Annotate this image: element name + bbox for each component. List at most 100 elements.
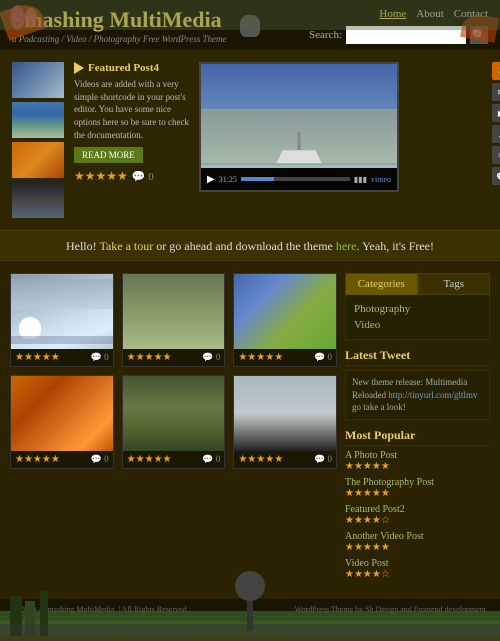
featured-section: Featured Post4 Videos are added with a v… xyxy=(0,50,500,230)
tweet-content: New theme release: Multimedia Reloaded h… xyxy=(345,370,490,420)
featured-title: Featured Post4 xyxy=(88,62,159,74)
side-thumb-3[interactable] xyxy=(12,182,64,218)
popular-item-3: Featured Post2 ★★★★☆ xyxy=(345,504,490,526)
post-comments: 💬 0 xyxy=(314,352,332,363)
latest-tweet-widget: Latest Tweet New theme release: Multimed… xyxy=(345,348,490,420)
category-photography[interactable]: Photography xyxy=(354,301,481,317)
post-footer-leaves: ★★★★★ 💬 0 xyxy=(11,451,113,468)
post-comments: 💬 0 xyxy=(202,454,220,465)
progress-fill xyxy=(241,177,274,181)
category-video[interactable]: Video xyxy=(354,317,481,333)
side-thumb-1[interactable] xyxy=(12,102,64,138)
post-image-bird xyxy=(123,274,225,349)
popular-item-2: The Photography Post ★★★★★ xyxy=(345,477,490,499)
post-image-forest xyxy=(123,376,225,451)
tags-tab[interactable]: Tags xyxy=(418,273,491,295)
popular-item-4: Another Video Post ★★★★★ xyxy=(345,531,490,553)
featured-tag: Featured Post4 xyxy=(74,62,189,74)
email-icon[interactable]: ✉ xyxy=(492,83,500,101)
hd-label: ▮▮▮ xyxy=(354,175,367,184)
post-card-flowers[interactable]: ★★★★★ 💬 0 xyxy=(233,273,337,367)
post-image-leaves xyxy=(11,376,113,451)
post-stars: ★★★★★ xyxy=(15,352,60,363)
popular-title-5[interactable]: Video Post xyxy=(345,558,490,569)
popular-stars-5: ★★★★☆ xyxy=(345,569,490,580)
star-rating: ★★★★★ xyxy=(74,169,128,184)
hello-bar: Hello! Take a tour or go ahead and downl… xyxy=(0,230,500,263)
post-comments: 💬 0 xyxy=(91,454,109,465)
sidebar: Categories Tags Photography Video Latest… xyxy=(345,273,490,588)
post-image-flowers xyxy=(234,274,336,349)
featured-thumbnails xyxy=(12,62,64,218)
post-comments: 💬 0 xyxy=(314,454,332,465)
hello-text-before: Hello! xyxy=(66,239,99,253)
popular-stars-3: ★★★★☆ xyxy=(345,515,490,526)
most-popular-widget: Most Popular A Photo Post ★★★★★ The Phot… xyxy=(345,428,490,580)
here-link[interactable]: here xyxy=(336,239,357,253)
featured-rating: ★★★★★ 💬 0 xyxy=(74,169,189,184)
post-card-bird[interactable]: ★★★★★ 💬 0 xyxy=(122,273,226,367)
cat-tag-tabs: Categories Tags xyxy=(345,273,490,295)
popular-title-1[interactable]: A Photo Post xyxy=(345,450,490,461)
popular-stars-2: ★★★★★ xyxy=(345,488,490,499)
post-footer-flowers: ★★★★★ 💬 0 xyxy=(234,349,336,366)
post-stars: ★★★★★ xyxy=(238,454,283,465)
post-card-tree[interactable]: ★★★★★ 💬 0 xyxy=(233,375,337,469)
popular-title-3[interactable]: Featured Post2 xyxy=(345,504,490,515)
post-footer-seagull: ★★★★★ 💬 0 xyxy=(11,349,113,366)
most-popular-title: Most Popular xyxy=(345,428,490,446)
comment-icon: 💬 0 xyxy=(132,170,154,183)
arrow-icon xyxy=(74,62,84,74)
post-stars: ★★★★★ xyxy=(15,454,60,465)
popular-item-1: A Photo Post ★★★★★ xyxy=(345,450,490,472)
social-icons: ◕ ✉ ▶ ♫ ☀ 💬 xyxy=(492,62,500,185)
hello-text-after: . Yeah, it's Free! xyxy=(357,239,435,253)
time-display: 31:25 xyxy=(219,175,237,184)
post-stars: ★★★★★ xyxy=(127,352,172,363)
side-thumb-2[interactable] xyxy=(12,142,64,178)
bubble-icon[interactable]: 💬 xyxy=(492,167,500,185)
post-footer-bird: ★★★★★ 💬 0 xyxy=(123,349,225,366)
popular-title-4[interactable]: Another Video Post xyxy=(345,531,490,542)
hello-text-middle: or go ahead and download the theme xyxy=(153,239,336,253)
featured-main-thumb[interactable] xyxy=(12,62,64,98)
play-button[interactable]: ▶ xyxy=(207,174,215,185)
post-comments: 💬 0 xyxy=(202,352,220,363)
post-card-forest[interactable]: ★★★★★ 💬 0 xyxy=(122,375,226,469)
grid-row-2: ★★★★★ 💬 0 ★★★★★ 💬 0 xyxy=(10,375,337,469)
video-controls[interactable]: ▶ 31:25 ▮▮▮ vimeo xyxy=(201,168,397,190)
popular-stars-4: ★★★★★ xyxy=(345,542,490,553)
search-label: Search: xyxy=(309,29,342,41)
post-footer-forest: ★★★★★ 💬 0 xyxy=(123,451,225,468)
categories-tab[interactable]: Categories xyxy=(345,273,418,295)
main-content: ★★★★★ 💬 0 ★★★★★ 💬 0 xyxy=(0,263,500,598)
post-footer-tree: ★★★★★ 💬 0 xyxy=(234,451,336,468)
grid-row-1: ★★★★★ 💬 0 ★★★★★ 💬 0 xyxy=(10,273,337,367)
post-card-leaves[interactable]: ★★★★★ 💬 0 xyxy=(10,375,114,469)
popular-stars-1: ★★★★★ xyxy=(345,461,490,472)
post-image-seagull xyxy=(11,274,113,349)
post-image-tree xyxy=(234,376,336,451)
popular-title-2[interactable]: The Photography Post xyxy=(345,477,490,488)
featured-description: Videos are added with a very simple shor… xyxy=(74,78,189,141)
post-stars: ★★★★★ xyxy=(238,352,283,363)
read-more-button[interactable]: READ MORE xyxy=(74,147,143,163)
tour-link[interactable]: Take a tour xyxy=(99,239,153,253)
rss-icon[interactable]: ◕ xyxy=(492,62,500,80)
post-stars: ★★★★★ xyxy=(127,454,172,465)
post-card-seagull[interactable]: ★★★★★ 💬 0 xyxy=(10,273,114,367)
audio-icon[interactable]: ♫ xyxy=(492,125,500,143)
site-tagline: a Podcasting / Video / Photography Free … xyxy=(12,34,226,44)
featured-video: ▶ 31:25 ▮▮▮ vimeo ◕ ✉ ▶ ♫ xyxy=(199,62,488,218)
categories-tags-widget: Categories Tags Photography Video xyxy=(345,273,490,340)
categories-content: Photography Video xyxy=(345,295,490,340)
tweet-link[interactable]: http://tinyurl.com/gltlmv xyxy=(388,390,477,400)
featured-center: Featured Post4 Videos are added with a v… xyxy=(74,62,189,218)
video-icon[interactable]: ▶ xyxy=(492,104,500,122)
video-player[interactable]: ▶ 31:25 ▮▮▮ vimeo xyxy=(199,62,399,192)
posts-grid: ★★★★★ 💬 0 ★★★★★ 💬 0 xyxy=(10,273,337,588)
progress-bar[interactable] xyxy=(241,177,350,181)
latest-tweet-title: Latest Tweet xyxy=(345,348,490,366)
popular-item-5: Video Post ★★★★☆ xyxy=(345,558,490,580)
photo-icon[interactable]: ☀ xyxy=(492,146,500,164)
